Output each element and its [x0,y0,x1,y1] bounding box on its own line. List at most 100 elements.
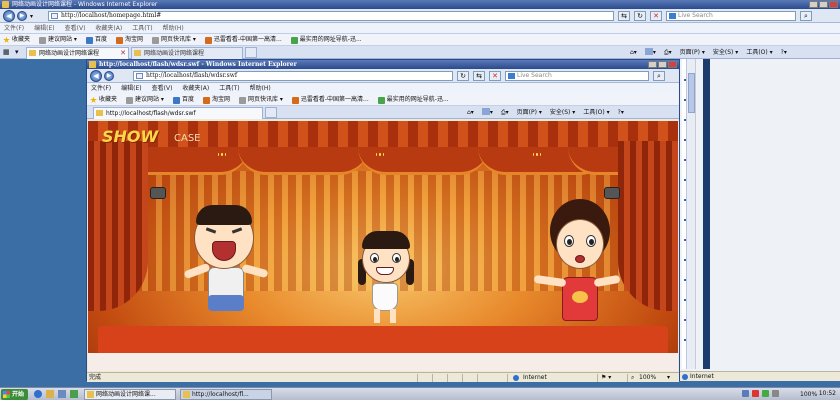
menu-file[interactable]: 文件(F) [91,83,111,94]
fav-baidu[interactable]: 百度 [172,94,194,106]
outer-tab-bar: ▦ ▾ 网络动画设计网络课程 ✕ 网络动画设计网络课程 ⌂▾ ▾ ⎙▾ 页面(P… [0,46,840,59]
menu-favorites[interactable]: 收藏夹(A) [95,23,122,34]
close-button[interactable] [668,61,677,68]
forward-icon[interactable]: ▶ [104,71,114,81]
menu-tools[interactable]: 工具(T) [132,23,152,34]
minimize-button[interactable] [648,61,657,68]
print-icon[interactable]: ⎙▾ [664,46,672,59]
home-icon[interactable]: ⌂▾ [467,106,474,119]
tools-tools-menu[interactable]: 工具(O) ▾ [746,46,772,59]
fav-navigation[interactable]: 最实用的网址导航-迅... [290,34,362,46]
fav-suggested-sites[interactable]: 建议网站 ▾ [126,94,164,106]
start-button[interactable]: 开始 [1,389,29,400]
forward-icon[interactable]: ▶ [17,11,27,21]
quicklaunch-desktop-icon[interactable] [58,390,66,398]
feeds-icon[interactable]: ▾ [644,46,656,59]
tab-favicon [29,50,36,56]
tray-app-icon[interactable] [772,390,779,397]
outer-address-bar[interactable]: http://localhost/homepage.html# [48,11,614,21]
fav-label: 迅雷看看-中国第一高清... [300,96,369,103]
outer-scrollbar[interactable] [686,59,695,369]
fav-web-slice[interactable]: 网页快讯库 ▾ [151,34,196,46]
fav-taobao[interactable]: 淘宝网 [115,34,143,46]
tools-page-menu[interactable]: 页面(P) ▾ [680,46,705,59]
print-icon[interactable]: ⎙▾ [501,106,509,119]
search-icon[interactable]: ⌕ [653,71,665,81]
new-tab-button[interactable] [265,107,277,118]
search-icon[interactable]: ⌕ [800,11,812,21]
help-icon[interactable]: ?▾ [781,46,787,59]
taskbar-item-swf[interactable]: http://localhost/fl... [180,389,272,400]
back-icon[interactable]: ◀ [3,10,15,22]
maximize-button[interactable] [819,1,828,8]
menu-tools[interactable]: 工具(T) [219,83,239,94]
new-tab-button[interactable] [245,47,257,58]
inner-search-input[interactable]: Live Search [505,71,649,81]
fav-label: 百度 [94,36,107,43]
fav-xunlei[interactable]: 迅雷看看-中国第一高清... [291,94,369,106]
feeds-icon[interactable]: ▾ [481,106,493,119]
compat-view-icon[interactable]: ⇆ [618,11,630,21]
tray-security-icon[interactable] [752,390,759,397]
menu-file[interactable]: 文件(F) [4,23,24,34]
zoom-icon[interactable]: ⌕ [631,373,634,382]
girl-eye [392,253,401,263]
clock[interactable]: 10:52 [819,388,836,400]
outer-tab-1[interactable]: 网络动画设计网络课程 ✕ [26,47,129,59]
fav-suggested-sites[interactable]: 建议网站 ▾ [39,34,77,46]
outer-search-input[interactable]: Live Search [666,11,796,21]
menu-edit[interactable]: 编辑(E) [121,83,141,94]
taskbar-zoom[interactable]: 100% [800,389,817,400]
tab-list-icon[interactable]: ▾ [15,48,19,56]
quicklaunch-ie-icon[interactable] [34,390,42,398]
zoom-level[interactable]: 100% [639,373,656,382]
fav-navigation[interactable]: 最实用的网址导航-迅... [377,94,449,106]
fav-web-slice[interactable]: 网页快讯库 ▾ [238,94,283,106]
tools-page-menu[interactable]: 页面(P) ▾ [517,106,542,119]
refresh-icon[interactable]: ↻ [634,11,646,21]
help-icon[interactable]: ?▾ [618,106,624,119]
tools-tools-menu[interactable]: 工具(O) ▾ [583,106,609,119]
close-button[interactable] [829,1,838,8]
tray-volume-icon[interactable] [762,390,769,397]
inner-address-bar[interactable]: http://localhost/flash/wdsr.swf [133,71,453,81]
stop-icon[interactable]: ✕ [489,71,501,81]
menu-view[interactable]: 查看(V) [65,23,86,34]
minimize-button[interactable] [809,1,818,8]
fav-xunlei[interactable]: 迅雷看看-中国第一高清... [204,34,282,46]
taobao-icon [202,96,210,104]
ie-icon [87,391,94,398]
menu-edit[interactable]: 编辑(E) [34,23,54,34]
flash-movie[interactable]: SHOW CASE [88,121,678,371]
zoom-dropdown-icon[interactable]: ▾ [667,373,670,382]
quicklaunch-app-icon[interactable] [70,390,78,398]
inner-tab[interactable]: http://localhost/flash/wdsr.swf [93,107,263,119]
menu-help[interactable]: 帮助(H) [163,23,184,34]
scroll-thumb[interactable] [688,73,695,113]
menu-view[interactable]: 查看(V) [152,83,173,94]
refresh-icon[interactable]: ↻ [457,71,469,81]
outer-tab-2[interactable]: 网络动画设计网络课程 [131,47,243,59]
back-icon[interactable]: ◀ [90,70,102,82]
tools-safety-menu[interactable]: 安全(S) ▾ [713,46,738,59]
stop-icon[interactable]: ✕ [650,11,662,21]
fav-baidu[interactable]: 百度 [85,34,107,46]
close-tab-icon[interactable]: ✕ [120,48,126,59]
inner-ie-window: http://localhost/flash/wdsr.swf - Window… [86,59,680,382]
favorites-button[interactable]: 收藏夹 [3,34,30,46]
tools-safety-menu[interactable]: 安全(S) ▾ [550,106,575,119]
menu-favorites[interactable]: 收藏夹(A) [182,83,209,94]
home-icon[interactable]: ⌂▾ [630,46,637,59]
favorites-button[interactable]: 收藏夹 [90,94,117,106]
compat-view-icon[interactable]: ⇆ [473,71,485,81]
menu-help[interactable]: 帮助(H) [250,83,271,94]
quick-tabs-icon[interactable]: ▦ [3,48,10,56]
fav-label: 建议网站 ▾ [48,36,77,43]
maximize-button[interactable] [658,61,667,68]
tray-network-icon[interactable] [742,390,749,397]
quicklaunch-folder-icon[interactable] [46,390,54,398]
fav-taobao[interactable]: 淘宝网 [202,94,230,106]
chevron-down-icon[interactable]: ▾ [30,13,33,20]
protected-mode-icon[interactable]: ⚑ ▾ [601,373,611,382]
taskbar-item-course[interactable]: 网络动画设计网络课... [84,389,176,400]
